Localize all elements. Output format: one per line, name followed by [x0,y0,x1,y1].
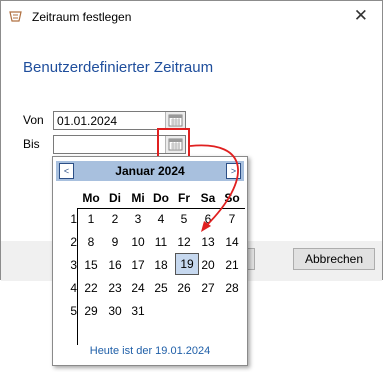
calendar-day[interactable]: 3 [127,210,149,228]
calendar-day[interactable]: 14 [221,233,243,251]
calendar-day[interactable]: 20 [197,256,219,274]
calendar-icon [168,114,183,127]
page-title: Benutzerdefinierter Zeitraum [23,59,214,76]
calendar-day[interactable]: 4 [150,210,172,228]
calendar-day[interactable]: 28 [221,279,243,297]
calendar-day[interactable]: 24 [127,279,149,297]
weekday-header: Do [153,191,169,205]
calendar-header: < Januar 2024 > [56,161,244,181]
calendar-day[interactable]: 30 [104,302,126,320]
calendar-day[interactable]: 7 [221,210,243,228]
next-month-button[interactable]: > [226,163,241,179]
calendar-day[interactable]: 15 [80,256,102,274]
calendar-day[interactable]: 31 [127,302,149,320]
calendar-day-today[interactable]: 19 [175,253,199,275]
app-icon [9,11,22,22]
month-title: Januar 2024 [115,164,185,178]
title-bar: Zeitraum festlegen ✕ [1,1,382,33]
calendar-day[interactable]: 6 [197,210,219,228]
weekday-header: Di [109,191,121,205]
week-number: 1 [70,212,77,226]
calendar-day[interactable]: 8 [80,233,102,251]
calendar-day[interactable]: 29 [80,302,102,320]
week-number: 2 [70,235,77,249]
calendar-day[interactable]: 9 [104,233,126,251]
weekday-header: Fr [178,191,190,205]
calendar-day[interactable]: 2 [104,210,126,228]
weekday-divider [77,208,245,209]
calendar-day[interactable]: 25 [150,279,172,297]
to-label: Bis [23,137,40,151]
window-title: Zeitraum festlegen [32,10,132,24]
weekday-header: Sa [200,191,216,205]
calendar-day[interactable]: 10 [127,233,149,251]
from-calendar-button[interactable] [165,112,185,129]
calendar-day[interactable]: 16 [104,256,126,274]
cancel-button[interactable]: Abbrechen [293,248,375,270]
weekday-header: So [224,191,240,205]
calendar-day[interactable]: 21 [221,256,243,274]
week-number: 4 [70,281,77,295]
calendar-day[interactable]: 12 [173,233,195,251]
calendar-day[interactable]: 11 [150,233,172,251]
weekday-header: Mo [82,191,100,205]
week-number: 3 [70,258,77,272]
calendar-day[interactable]: 23 [104,279,126,297]
weekday-header: Mi [131,191,145,205]
calendar-popup: < Januar 2024 > Mo Di Mi Do Fr Sa So 1 2… [52,156,248,366]
close-icon[interactable]: ✕ [354,6,368,26]
calendar-day[interactable]: 1 [80,210,102,228]
week-number-divider [77,209,78,345]
calendar-day[interactable]: 18 [150,256,172,274]
today-link[interactable]: Heute ist der 19.01.2024 [53,345,247,357]
from-date-value: 01.01.2024 [57,114,118,128]
week-number: 5 [70,304,77,318]
calendar-day[interactable]: 26 [173,279,195,297]
calendar-day[interactable]: 5 [173,210,195,228]
calendar-day[interactable]: 13 [197,233,219,251]
calendar-day[interactable]: 27 [197,279,219,297]
calendar-day[interactable]: 22 [80,279,102,297]
from-label: Von [23,113,44,127]
calendar-day[interactable]: 17 [127,256,149,274]
